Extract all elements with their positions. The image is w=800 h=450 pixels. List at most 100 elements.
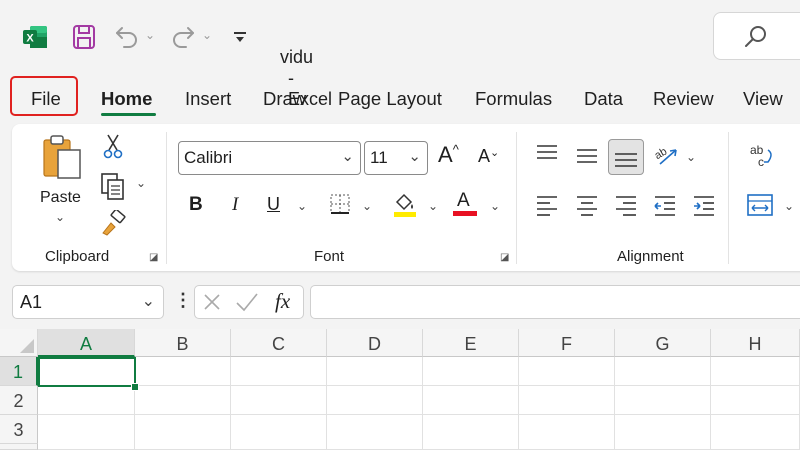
- column-header-b[interactable]: B: [135, 329, 231, 357]
- cut-icon[interactable]: [102, 133, 124, 159]
- align-left-icon[interactable]: [535, 194, 559, 216]
- tab-insert[interactable]: Insert: [185, 88, 231, 110]
- cell-h2[interactable]: [711, 386, 800, 415]
- bold-button[interactable]: B: [189, 194, 203, 216]
- customize-quick-access-icon[interactable]: [233, 30, 247, 44]
- cell-b1[interactable]: [135, 357, 231, 386]
- align-middle-icon[interactable]: [575, 145, 599, 167]
- cell-e1[interactable]: [423, 357, 519, 386]
- cell-a2[interactable]: [38, 386, 135, 415]
- font-color-dropdown-icon[interactable]: ⌄: [490, 199, 500, 213]
- separator: [516, 132, 517, 264]
- increase-indent-icon[interactable]: [692, 194, 716, 216]
- paste-icon[interactable]: [40, 134, 84, 182]
- undo-dropdown-icon[interactable]: ⌄: [145, 28, 155, 42]
- align-center-icon[interactable]: [575, 194, 599, 216]
- underline-button[interactable]: U: [267, 194, 280, 215]
- tab-file[interactable]: File: [31, 88, 61, 110]
- tab-review[interactable]: Review: [653, 88, 714, 110]
- select-all-corner[interactable]: [0, 329, 38, 357]
- tab-page-layout[interactable]: Page Layout: [338, 88, 442, 110]
- font-color-icon[interactable]: A: [452, 190, 478, 218]
- fill-color-dropdown-icon[interactable]: ⌄: [428, 199, 438, 213]
- orientation-dropdown-icon[interactable]: ⌄: [686, 150, 696, 164]
- cell-f2[interactable]: [519, 386, 615, 415]
- column-header-c[interactable]: C: [231, 329, 327, 357]
- borders-dropdown-icon[interactable]: ⌄: [362, 199, 372, 213]
- cell-d3[interactable]: [327, 415, 423, 450]
- row-header-1[interactable]: 1: [0, 357, 38, 386]
- tab-draw[interactable]: Draw: [263, 88, 306, 110]
- cell-d2[interactable]: [327, 386, 423, 415]
- redo-dropdown-icon[interactable]: ⌄: [202, 28, 212, 42]
- cell-e3[interactable]: [423, 415, 519, 450]
- cell-e2[interactable]: [423, 386, 519, 415]
- cell-c1[interactable]: [231, 357, 327, 386]
- active-cell-a1[interactable]: [38, 357, 136, 387]
- formula-input[interactable]: [310, 285, 800, 319]
- cell-d1[interactable]: [327, 357, 423, 386]
- font-launcher-icon[interactable]: ◪: [500, 252, 509, 263]
- save-icon[interactable]: [72, 24, 96, 50]
- cancel-entry-icon[interactable]: [202, 291, 222, 318]
- paste-dropdown-icon[interactable]: ⌄: [55, 210, 65, 224]
- cell-g1[interactable]: [615, 357, 711, 386]
- italic-button[interactable]: I: [232, 194, 238, 216]
- borders-icon[interactable]: [329, 193, 351, 215]
- copy-icon[interactable]: [100, 172, 126, 200]
- orientation-icon[interactable]: ab: [652, 142, 680, 168]
- tab-formulas[interactable]: Formulas: [475, 88, 552, 110]
- cell-g3[interactable]: [615, 415, 711, 450]
- column-header-a[interactable]: A: [38, 329, 135, 357]
- row-header-4[interactable]: [0, 444, 38, 450]
- tab-view[interactable]: View: [743, 88, 783, 110]
- underline-dropdown-icon[interactable]: ⌄: [297, 199, 307, 213]
- shrink-font-icon[interactable]: A⌄: [478, 146, 499, 167]
- more-options-icon[interactable]: ⋮: [174, 290, 192, 311]
- fill-color-icon[interactable]: [393, 191, 417, 219]
- paste-label[interactable]: Paste: [40, 189, 81, 207]
- cell-b2[interactable]: [135, 386, 231, 415]
- cell-c3[interactable]: [231, 415, 327, 450]
- font-name-value: Calibri: [184, 148, 233, 167]
- column-header-d[interactable]: D: [327, 329, 423, 357]
- tab-home[interactable]: Home: [101, 88, 152, 110]
- row-header-2[interactable]: 2: [0, 386, 38, 415]
- merge-dropdown-icon[interactable]: ⌄: [784, 199, 794, 213]
- align-top-icon[interactable]: [535, 143, 559, 165]
- active-tab-indicator: [101, 113, 156, 116]
- cell-h1[interactable]: [711, 357, 800, 386]
- grow-font-icon[interactable]: A^: [438, 142, 459, 168]
- merge-center-icon[interactable]: [746, 192, 774, 218]
- font-size-dropdown[interactable]: 11 ⌄: [364, 141, 428, 175]
- cell-g2[interactable]: [615, 386, 711, 415]
- redo-icon[interactable]: [170, 24, 196, 48]
- column-header-h[interactable]: H: [711, 329, 800, 357]
- cell-a3[interactable]: [38, 415, 135, 450]
- column-header-f[interactable]: F: [519, 329, 615, 357]
- name-box[interactable]: A1 ⌄: [12, 285, 164, 319]
- align-right-icon[interactable]: [614, 194, 638, 216]
- decrease-indent-icon[interactable]: [653, 194, 677, 216]
- clipboard-launcher-icon[interactable]: ◪: [149, 252, 158, 263]
- confirm-entry-icon[interactable]: [235, 291, 259, 318]
- copy-dropdown-icon[interactable]: ⌄: [136, 176, 146, 190]
- column-header-g[interactable]: G: [615, 329, 711, 357]
- format-painter-icon[interactable]: [100, 208, 126, 236]
- cell-f3[interactable]: [519, 415, 615, 450]
- tab-data[interactable]: Data: [584, 88, 623, 110]
- font-name-dropdown[interactable]: Calibri ⌄: [178, 141, 361, 175]
- cell-h3[interactable]: [711, 415, 800, 450]
- wrap-text-icon[interactable]: ab c: [748, 142, 776, 172]
- search-box[interactable]: [713, 12, 800, 60]
- chevron-down-icon: ⌄: [408, 148, 421, 165]
- column-header-e[interactable]: E: [423, 329, 519, 357]
- cell-f1[interactable]: [519, 357, 615, 386]
- cell-c2[interactable]: [231, 386, 327, 415]
- row-header-3[interactable]: 3: [0, 415, 38, 444]
- align-bottom-icon[interactable]: [608, 139, 644, 175]
- cell-b3[interactable]: [135, 415, 231, 450]
- fill-handle[interactable]: [131, 383, 139, 391]
- undo-icon[interactable]: [114, 24, 140, 48]
- insert-function-icon[interactable]: fx: [275, 289, 290, 314]
